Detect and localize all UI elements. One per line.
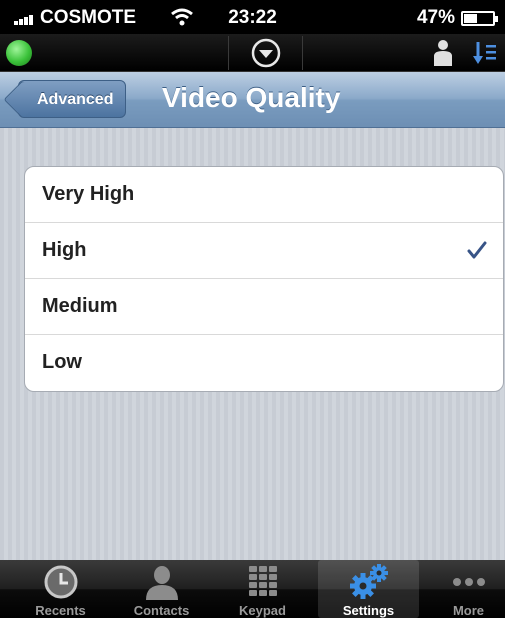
- option-high[interactable]: High: [25, 223, 503, 279]
- app-toolbar: [0, 34, 505, 72]
- content-area: Very High High Medium Low: [0, 128, 505, 560]
- option-label: High: [42, 239, 87, 261]
- person-icon[interactable]: [433, 39, 453, 67]
- tab-keypad[interactable]: Keypad: [212, 560, 313, 618]
- tab-more[interactable]: More: [418, 560, 505, 618]
- chevron-down-circle-icon[interactable]: [250, 37, 282, 69]
- tab-bar: Recents Contacts Keypad Settings More: [0, 560, 505, 618]
- presence-status-icon[interactable]: [6, 40, 32, 66]
- tab-recents[interactable]: Recents: [10, 560, 111, 618]
- back-button-advanced[interactable]: Advanced: [18, 80, 127, 118]
- option-medium[interactable]: Medium: [25, 279, 503, 335]
- battery-icon: [461, 11, 498, 26]
- back-button-label: Advanced: [37, 91, 114, 108]
- toolbar-divider: [228, 36, 229, 70]
- tab-contacts[interactable]: Contacts: [111, 560, 212, 618]
- person-icon: [145, 566, 178, 600]
- tab-label: More: [452, 603, 485, 618]
- tab-label: Contacts: [133, 603, 190, 618]
- option-label: Low: [42, 351, 82, 373]
- battery-percent: 47%: [416, 7, 455, 28]
- page-title: Video Quality: [162, 82, 341, 113]
- gears-icon: [349, 564, 388, 599]
- option-low[interactable]: Low: [25, 335, 503, 391]
- clock-icon: [44, 565, 77, 599]
- tab-label: Recents: [35, 603, 86, 618]
- checkmark-icon: [467, 241, 487, 259]
- status-bar: COSMOTE 23:22 47%: [0, 0, 505, 34]
- more-dots-icon: [452, 578, 485, 586]
- sort-list-icon[interactable]: [471, 40, 499, 66]
- navigation-bar: Advanced Video Quality: [0, 72, 505, 128]
- tab-settings[interactable]: Settings: [318, 560, 419, 618]
- option-very-high[interactable]: Very High: [25, 167, 503, 223]
- option-label: Medium: [42, 295, 118, 317]
- tab-label: Keypad: [239, 603, 286, 618]
- toolbar-divider: [302, 36, 303, 70]
- keypad-icon: [248, 566, 277, 596]
- tab-label: Settings: [342, 603, 395, 618]
- option-label: Very High: [42, 183, 135, 205]
- video-quality-options-list: Very High High Medium Low: [24, 166, 504, 392]
